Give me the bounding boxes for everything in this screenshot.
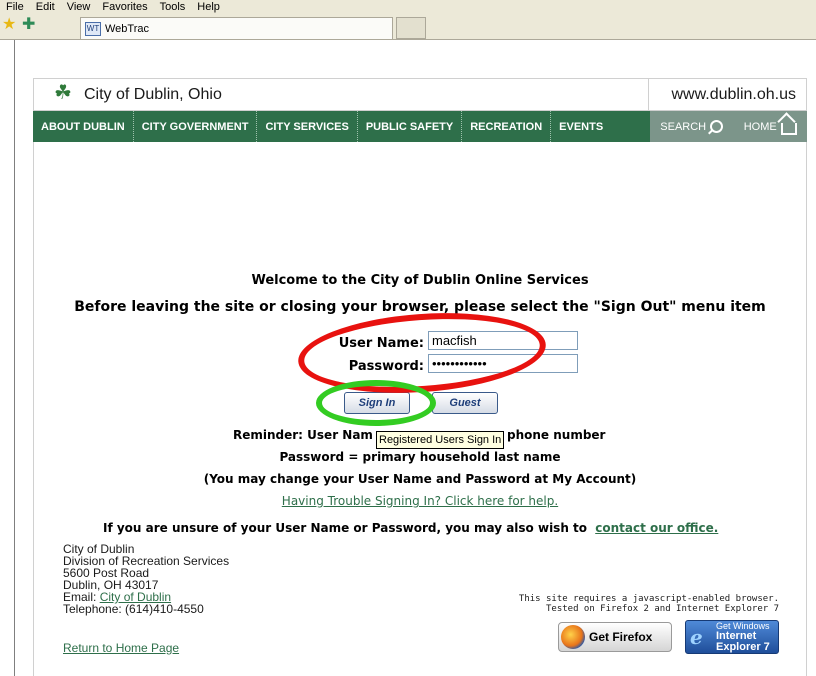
nav-about-dublin[interactable]: ABOUT DUBLIN	[33, 111, 134, 142]
tab-title: WebTrac	[105, 22, 150, 35]
window-edge	[14, 40, 15, 676]
menu-file[interactable]: File	[0, 1, 30, 13]
internet-explorer-logo-icon: e	[690, 625, 703, 649]
site-url-box: www.dublin.oh.us	[648, 79, 806, 110]
menu-help[interactable]: Help	[191, 1, 226, 13]
menu-tools[interactable]: Tools	[154, 1, 192, 13]
contact-office-link[interactable]: contact our office.	[595, 521, 718, 535]
nav-events[interactable]: EVENTS	[551, 111, 611, 142]
return-home-link[interactable]: Return to Home Page	[63, 641, 179, 655]
page-border	[33, 142, 34, 676]
menu-favorites[interactable]: Favorites	[96, 1, 153, 13]
nav-city-government[interactable]: CITY GOVERNMENT	[134, 111, 258, 142]
site-url[interactable]: www.dublin.oh.us	[671, 86, 796, 104]
sign-in-tooltip: Registered Users Sign In	[376, 431, 505, 449]
site-title[interactable]: City of Dublin, Ohio	[84, 86, 222, 104]
browser-requirement-note: This site requires a javascript-enabled …	[519, 594, 779, 614]
search-button[interactable]: SEARCH	[660, 120, 724, 133]
add-favorites-icon[interactable]: ✚	[22, 17, 35, 33]
tab-webtrac[interactable]: WT WebTrac	[80, 17, 393, 39]
ie-badge-text: Get Windows Internet Explorer 7	[716, 620, 770, 653]
nav-public-safety[interactable]: PUBLIC SAFETY	[358, 111, 463, 142]
signout-warning: Before leaving the site or closing your …	[74, 299, 766, 315]
welcome-heading: Welcome to the City of Dublin Online Ser…	[251, 273, 589, 288]
home-label: HOME	[743, 120, 777, 133]
get-firefox-badge[interactable]: Get Firefox	[558, 622, 672, 652]
nav-tools: SEARCH HOME	[650, 111, 807, 142]
shamrock-logo-icon[interactable]: ☘	[54, 81, 72, 103]
telephone-line: Telephone: (614)410-4550	[63, 602, 204, 616]
firefox-badge-label: Get Firefox	[589, 630, 653, 644]
get-ie7-badge[interactable]: e Get Windows Internet Explorer 7	[685, 620, 779, 654]
reminder-text-start: Reminder: User Nam	[233, 428, 373, 442]
reminder-text-end: phone number	[507, 428, 606, 442]
js-note-line: Tested on Firefox 2 and Internet Explore…	[546, 604, 779, 614]
page-border	[806, 142, 807, 676]
unsure-credentials-text: If you are unsure of your User Name or P…	[103, 521, 718, 535]
main-nav: ABOUT DUBLIN CITY GOVERNMENT CITY SERVIC…	[33, 111, 807, 142]
ie-badge-top: Get Windows	[716, 620, 770, 631]
ie-badge-mid: Internet	[716, 629, 757, 642]
menu-view[interactable]: View	[61, 1, 97, 13]
nav-recreation[interactable]: RECREATION	[462, 111, 552, 142]
green-annotation-circle	[316, 380, 436, 426]
trouble-signing-in-link[interactable]: Having Trouble Signing In? Click here fo…	[34, 494, 806, 508]
ie-badge-bottom: Explorer 7	[716, 640, 770, 653]
home-button[interactable]: HOME	[744, 119, 797, 135]
firefox-logo-icon	[561, 625, 585, 649]
browser-menubar: File Edit View Favorites Tools Help	[0, 0, 816, 14]
unsure-text: If you are unsure of your User Name or P…	[103, 521, 588, 535]
webtrac-favicon-icon: WT	[85, 21, 101, 36]
menu-edit[interactable]: Edit	[30, 1, 61, 13]
home-icon	[780, 122, 797, 135]
address-block: City of Dublin Division of Recreation Se…	[63, 543, 229, 615]
new-tab-button[interactable]	[396, 17, 426, 39]
site-header: ☘ City of Dublin, Ohio www.dublin.oh.us	[33, 78, 807, 111]
browser-tabbar: ★ ✚ WT WebTrac	[0, 14, 816, 40]
js-note-line: This site requires a javascript-enabled …	[518, 594, 779, 604]
password-hint: Password = primary household last name	[279, 450, 561, 464]
search-label: SEARCH	[660, 120, 707, 133]
nav-city-services[interactable]: CITY SERVICES	[257, 111, 358, 142]
search-icon	[710, 120, 724, 133]
change-credentials-hint: (You may change your User Name and Passw…	[203, 472, 637, 486]
guest-button[interactable]: Guest	[432, 392, 498, 414]
favorites-star-icon[interactable]: ★	[2, 17, 16, 33]
